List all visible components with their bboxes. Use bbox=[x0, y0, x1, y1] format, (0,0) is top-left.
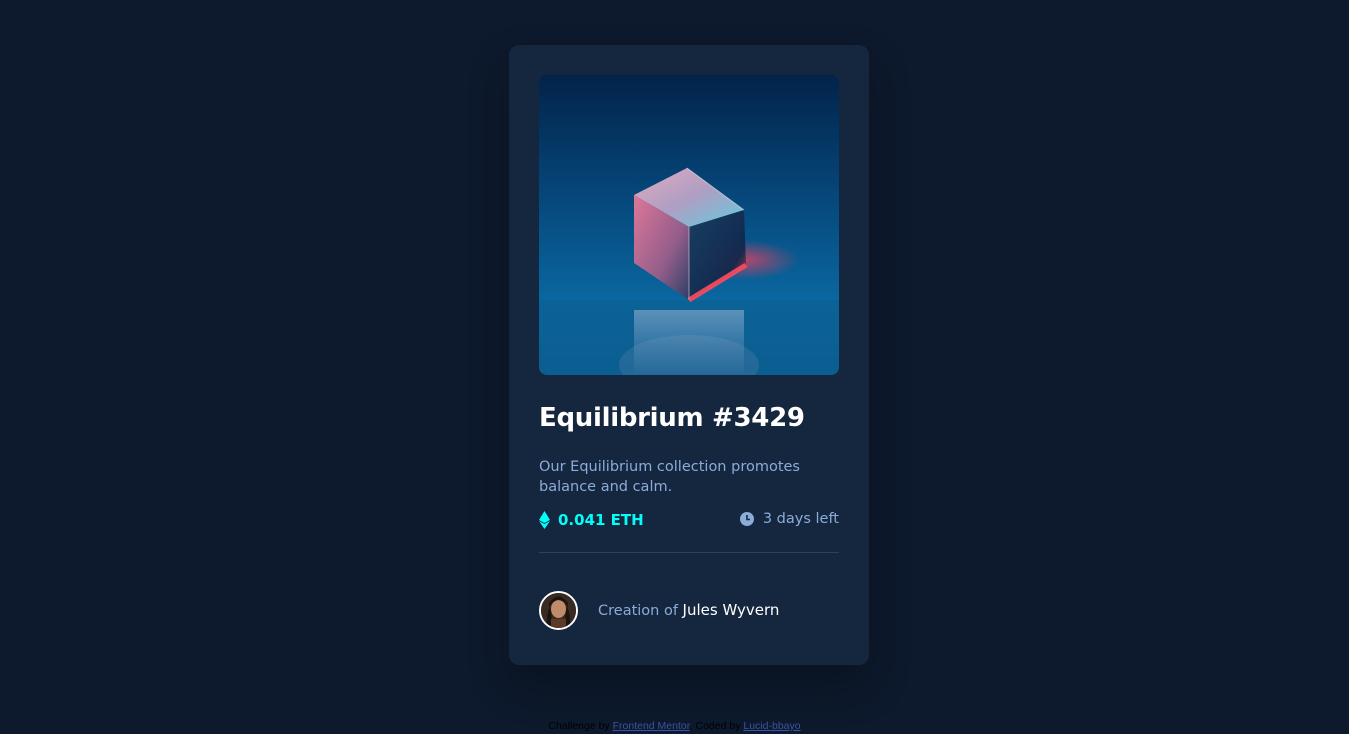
hero-image[interactable] bbox=[539, 75, 839, 375]
creator-row: Creation of Jules Wyvern bbox=[539, 590, 779, 630]
divider bbox=[539, 552, 839, 553]
equilibrium-cube-image bbox=[539, 75, 839, 375]
author-link[interactable]: Lucid-bbayo bbox=[743, 720, 800, 732]
price-value: 0.041 ETH bbox=[558, 511, 644, 529]
creator-name[interactable]: Jules Wyvern bbox=[683, 601, 780, 619]
attribution-separator: . Coded by bbox=[689, 720, 741, 732]
nft-meta: 0.041 ETH 3 days left bbox=[539, 511, 839, 533]
clock-icon bbox=[739, 512, 754, 526]
attribution: Challenge by Frontend Mentor. Coded by L… bbox=[0, 720, 1349, 732]
nft-preview-card: Equilibrium #3429 Our Equilibrium collec… bbox=[509, 45, 869, 665]
avatar bbox=[539, 590, 578, 630]
time-info: 3 days left bbox=[739, 511, 839, 527]
ethereum-icon bbox=[539, 511, 550, 529]
price-info: 0.041 ETH bbox=[539, 511, 644, 529]
nft-description: Our Equilibrium collection promotes bala… bbox=[539, 459, 800, 495]
time-left-value: 3 days left bbox=[762, 511, 839, 527]
frontend-mentor-link[interactable]: Frontend Mentor bbox=[613, 720, 690, 732]
attribution-prefix: Challenge by bbox=[548, 720, 610, 732]
creator-prefix: Creation of bbox=[598, 603, 678, 619]
jules-wyvern-avatar bbox=[541, 592, 576, 628]
creator-text: Creation of Jules Wyvern bbox=[598, 601, 779, 619]
nft-title[interactable]: Equilibrium #3429 bbox=[539, 403, 805, 433]
